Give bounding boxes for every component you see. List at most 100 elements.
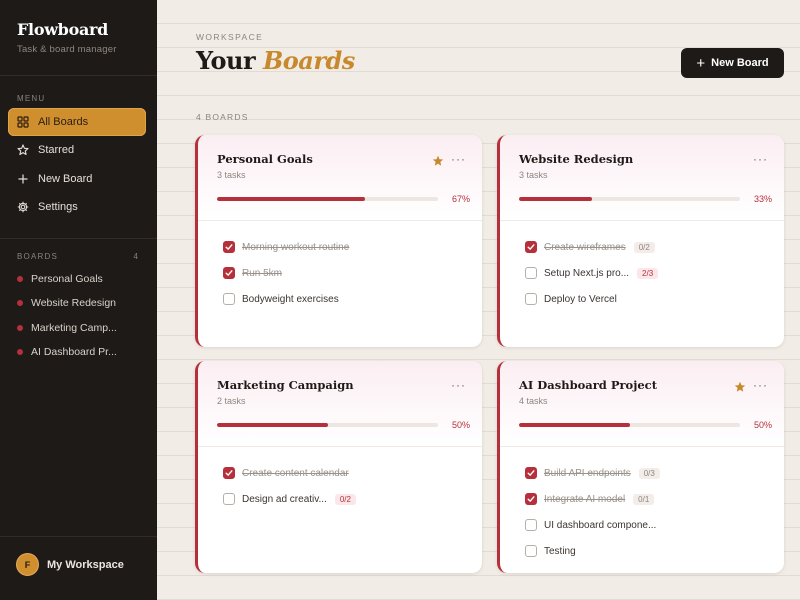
sidebar-item-label: Starred — [38, 144, 75, 156]
sidebar-item-settings[interactable]: Settings — [8, 193, 146, 221]
task-item[interactable]: Deploy to Vercel — [525, 286, 658, 312]
task-item[interactable]: Create content calendar — [223, 460, 356, 486]
task-item[interactable]: Create wireframes 0/2 — [525, 234, 658, 260]
task-list: Create wireframes 0/2 Setup Next.js pro...… — [525, 234, 659, 312]
more-options-icon[interactable]: ··· — [753, 152, 768, 166]
task-checkbox[interactable] — [525, 493, 537, 505]
task-label: UI dashboard compone... — [544, 519, 657, 531]
sidebar-item-label: New Board — [38, 173, 93, 185]
progress-fill — [217, 197, 366, 201]
board-card-personal-goals[interactable]: Personal Goals 3 tasks ··· 67% Morning worko… — [195, 135, 482, 347]
task-item[interactable]: Design ad creativ... 0/2 — [223, 486, 356, 512]
task-item[interactable]: Build API endpoints 0/3 — [525, 460, 660, 486]
star-icon — [17, 144, 29, 156]
workspace-switcher[interactable]: F My Workspace — [16, 553, 124, 576]
subtask-badge: 0/2 — [633, 241, 655, 253]
task-label: Bodyweight exercises — [242, 293, 339, 305]
card-task-count: 3 tasks — [217, 170, 246, 180]
app-tagline: Task & board manager — [17, 44, 117, 55]
task-checkbox[interactable] — [525, 519, 537, 531]
task-list: Create content calendar Design ad creativ… — [223, 460, 356, 512]
task-item[interactable]: Setup Next.js pro... 2/3 — [525, 260, 659, 286]
progress-bar — [519, 423, 740, 427]
page-title-plain: Your — [196, 46, 256, 75]
task-label: Create wireframes — [544, 241, 626, 253]
progress-fill — [217, 423, 328, 427]
task-item[interactable]: Integrate AI model 0/1 — [525, 486, 660, 512]
sidebar-item-label: Settings — [38, 201, 78, 213]
subtask-badge: 0/2 — [334, 493, 356, 505]
board-card-website-redesign[interactable]: Website Redesign 3 tasks ··· 33% Create wire… — [497, 135, 784, 347]
sidebar-board-ai-dashboard[interactable]: AI Dashboard Pr... — [17, 346, 117, 358]
page-title-accent: Boards — [263, 46, 355, 75]
more-options-icon[interactable]: ··· — [451, 378, 466, 392]
task-label: Run 5km — [242, 267, 283, 279]
grid-icon — [17, 116, 29, 128]
main-content: WORKSPACE Your Boards + New Board 4 BOAR… — [157, 0, 800, 600]
task-item[interactable]: Morning workout routine — [223, 234, 349, 260]
progress-percent: 50% — [753, 420, 772, 430]
task-checkbox[interactable] — [223, 493, 235, 505]
task-checkbox[interactable] — [525, 267, 537, 279]
sidebar-item-label: All Boards — [38, 116, 89, 128]
sidebar-item-starred[interactable]: Starred — [8, 136, 146, 164]
more-options-icon[interactable]: ··· — [451, 152, 466, 166]
gear-icon — [17, 201, 29, 213]
more-options-icon[interactable]: ··· — [753, 378, 768, 392]
board-dot-icon — [17, 349, 23, 355]
task-checkbox[interactable] — [223, 293, 235, 305]
board-card-marketing-campaign[interactable]: Marketing Campaign 2 tasks ··· 50% Create co… — [195, 361, 482, 573]
new-board-button[interactable]: + New Board — [681, 48, 784, 78]
card-title: Personal Goals — [217, 152, 313, 166]
card-header: Marketing Campaign 2 tasks ··· 50% — [198, 361, 482, 447]
card-header: Personal Goals 3 tasks ··· 67% — [198, 135, 482, 221]
task-checkbox[interactable] — [223, 467, 235, 479]
progress-bar — [217, 423, 438, 427]
task-label: Create content calendar — [242, 467, 349, 479]
star-icon[interactable] — [734, 380, 746, 392]
sidebar-board-marketing-campaign[interactable]: Marketing Camp... — [17, 322, 117, 334]
progress-bar — [519, 197, 740, 201]
progress-fill — [519, 423, 630, 427]
star-icon[interactable] — [432, 154, 444, 166]
card-title: Website Redesign — [519, 152, 634, 166]
task-checkbox[interactable] — [525, 293, 537, 305]
task-checkbox[interactable] — [525, 241, 537, 253]
board-count: 4 BOARDS — [196, 112, 249, 122]
task-item[interactable]: Bodyweight exercises — [223, 286, 349, 312]
card-task-count: 4 tasks — [519, 396, 548, 406]
subtask-badge: 2/3 — [637, 267, 659, 279]
task-list: Build API endpoints 0/3 Integrate AI model… — [525, 460, 660, 564]
card-header: Website Redesign 3 tasks ··· 33% — [500, 135, 784, 221]
card-title: Marketing Campaign — [217, 378, 354, 392]
progress-fill — [519, 197, 592, 201]
board-card-ai-dashboard[interactable]: AI Dashboard Project 4 tasks ··· 50% Build A… — [497, 361, 784, 573]
menu-section-label: MENU — [17, 94, 46, 103]
subtask-badge: 0/1 — [633, 493, 655, 505]
task-checkbox[interactable] — [223, 267, 235, 279]
task-label: Build API endpoints — [544, 467, 631, 479]
task-checkbox[interactable] — [525, 467, 537, 479]
boards-count: 4 — [133, 252, 138, 261]
task-item[interactable]: UI dashboard compone... — [525, 512, 660, 538]
sidebar-board-label: AI Dashboard Pr... — [31, 346, 117, 358]
sidebar-board-label: Personal Goals — [31, 273, 103, 285]
page-title: Your Boards — [196, 46, 355, 75]
sidebar-board-label: Website Redesign — [31, 297, 117, 309]
sidebar-board-label: Marketing Camp... — [31, 322, 117, 334]
subtask-badge: 0/3 — [638, 467, 660, 479]
board-dot-icon — [17, 300, 23, 306]
task-checkbox[interactable] — [223, 241, 235, 253]
sidebar-board-personal-goals[interactable]: Personal Goals — [17, 273, 103, 285]
progress-percent: 50% — [451, 420, 470, 430]
sidebar-board-website-redesign[interactable]: Website Redesign — [17, 297, 116, 309]
workspace-name: My Workspace — [47, 558, 124, 571]
task-checkbox[interactable] — [525, 545, 537, 557]
card-header: AI Dashboard Project 4 tasks ··· 50% — [500, 361, 784, 447]
task-item[interactable]: Testing — [525, 538, 660, 564]
progress-percent: 67% — [451, 194, 470, 204]
task-item[interactable]: Run 5km — [223, 260, 349, 286]
card-task-count: 2 tasks — [217, 396, 246, 406]
sidebar-item-new-board[interactable]: New Board — [8, 165, 146, 193]
sidebar-item-all-boards[interactable]: All Boards — [8, 108, 146, 136]
